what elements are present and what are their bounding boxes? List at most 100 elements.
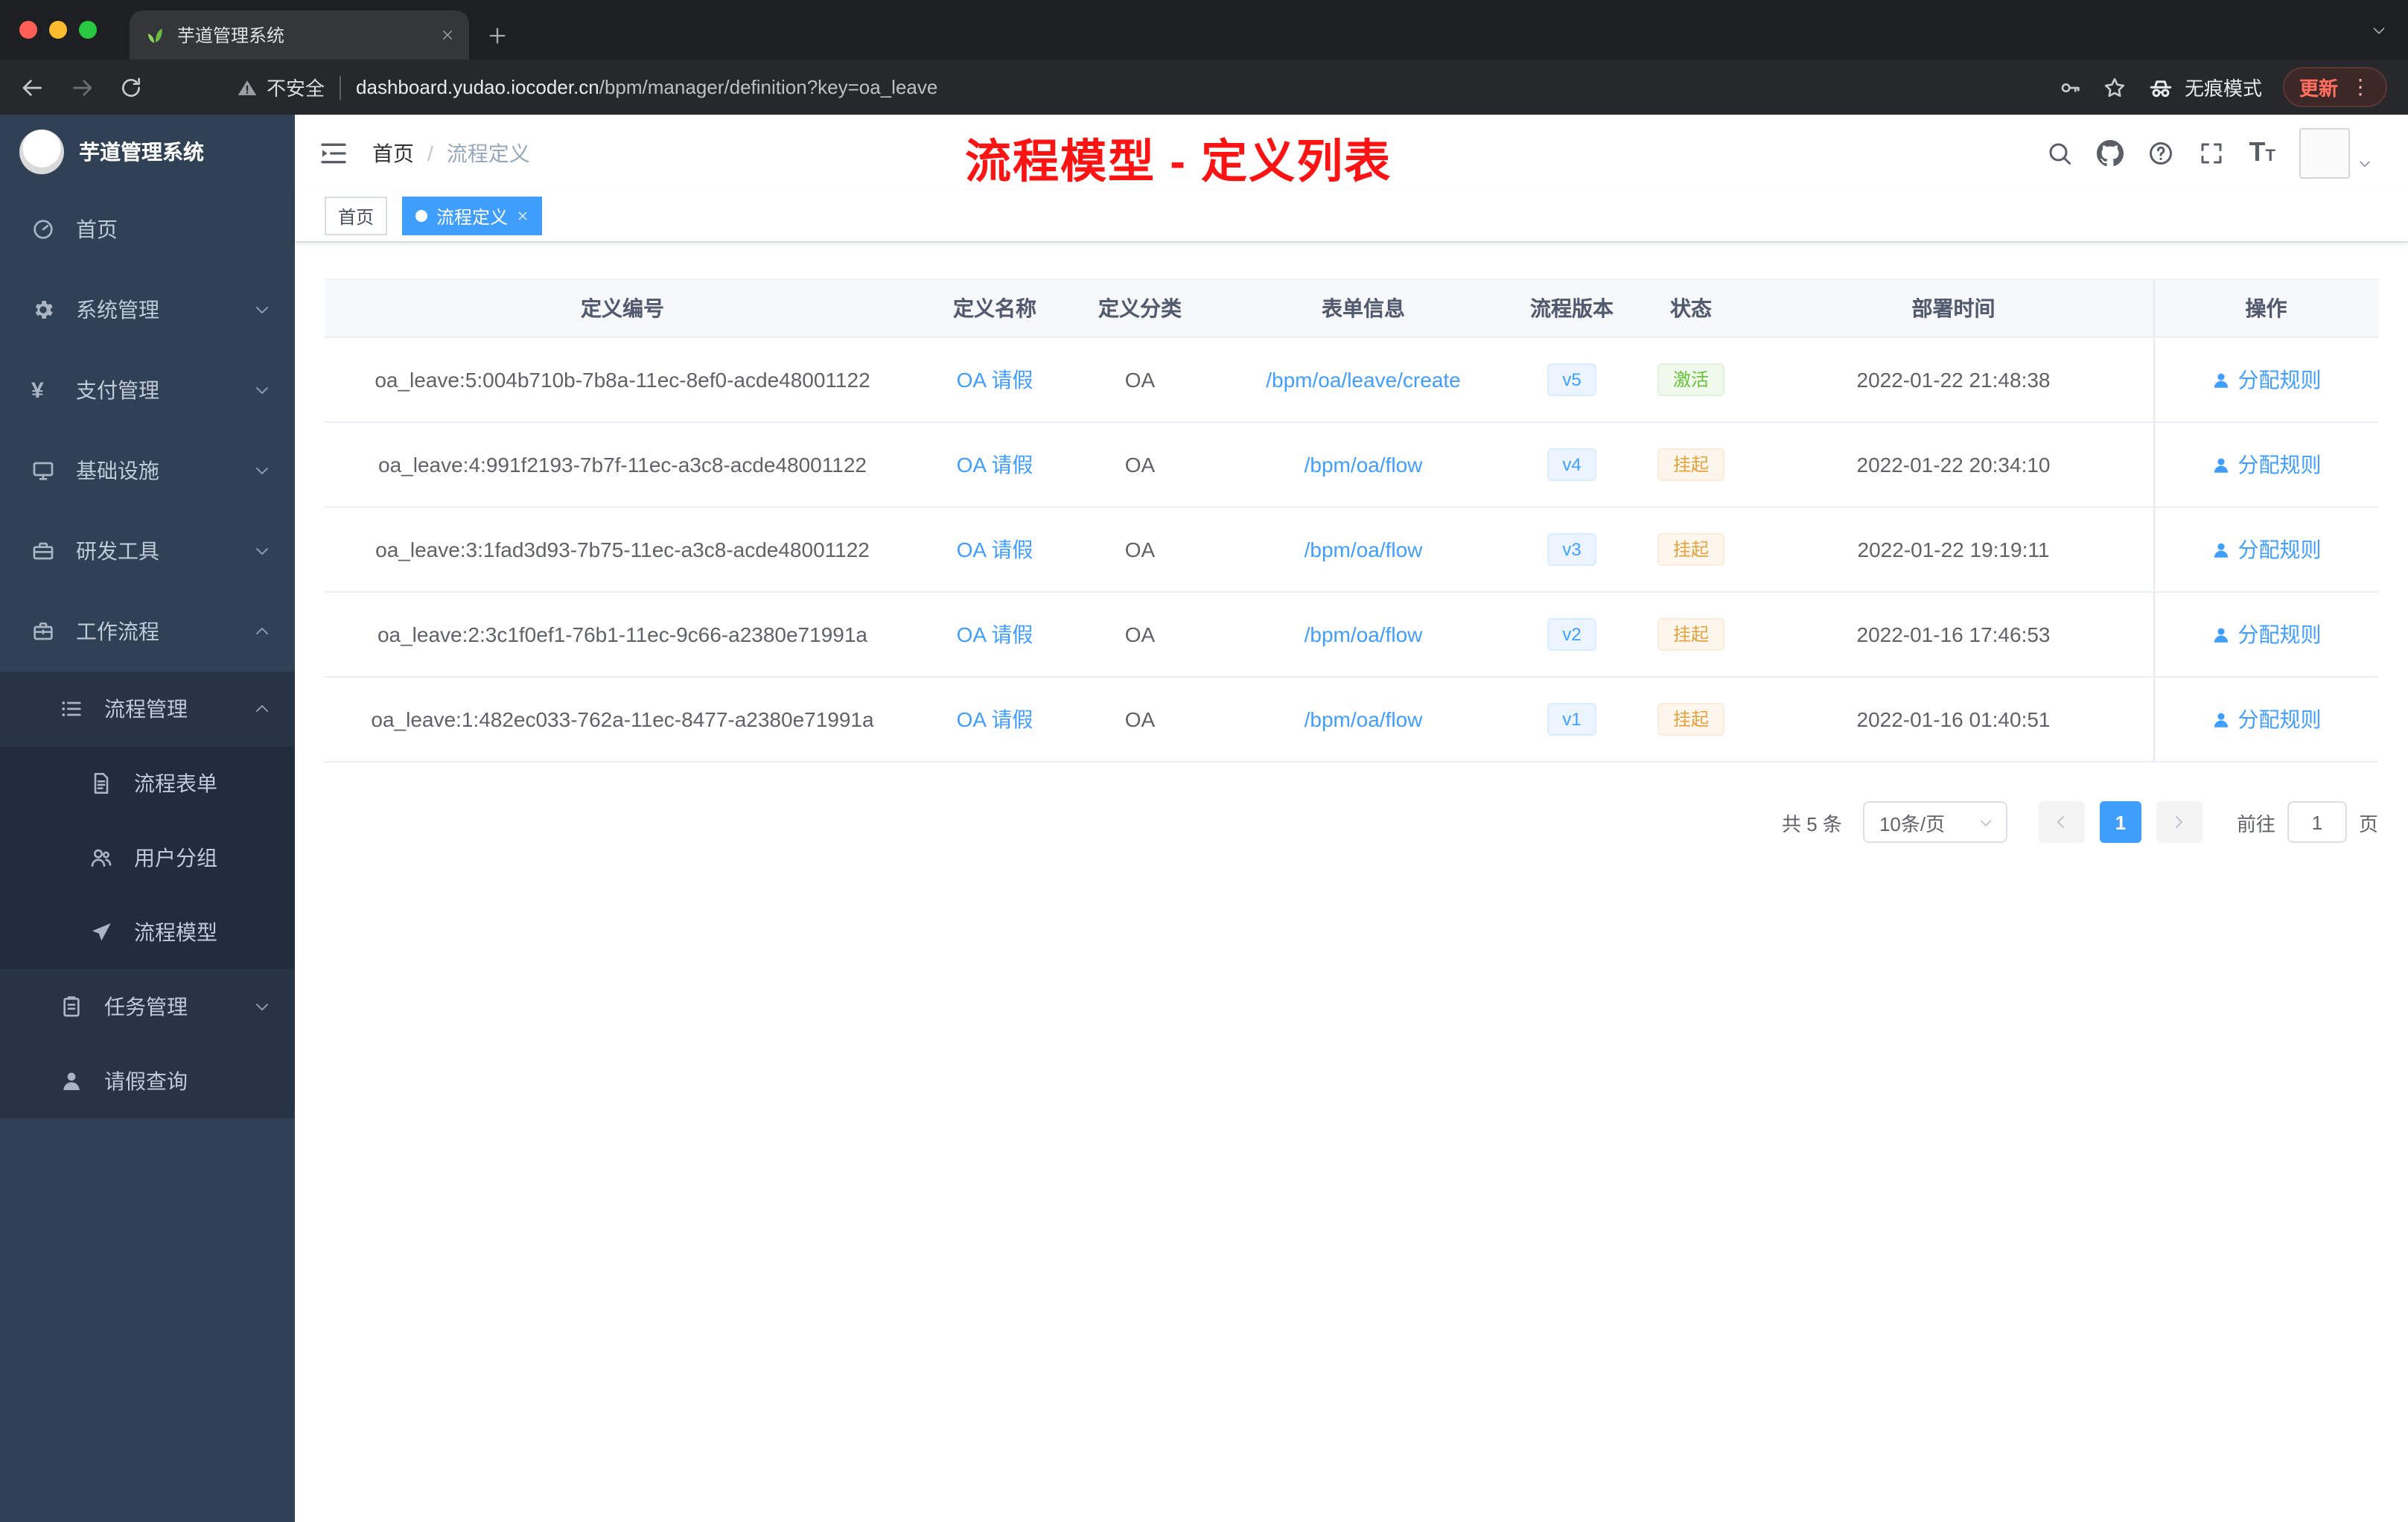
goto-page-input[interactable] (2287, 801, 2347, 843)
zoom-window-button[interactable] (79, 21, 97, 39)
tab-title: 芋道管理系统 (177, 25, 285, 46)
new-tab-button[interactable] (487, 25, 508, 46)
table-header-row: 定义编号 定义名称 定义分类 表单信息 流程版本 状态 部署时间 操作 (325, 278, 2378, 338)
content-area: 定义编号 定义名称 定义分类 表单信息 流程版本 状态 部署时间 操作 oa_l (295, 243, 2408, 1522)
total-count: 共 5 条 (1782, 812, 1842, 835)
definition-category: OA (1124, 453, 1156, 477)
screenshot-root: 芋道管理系统 不安全 dashboard.yudao.iocoder.cn/bp… (0, 0, 2408, 1522)
tag-close-icon[interactable] (517, 210, 529, 222)
breadcrumb-current: 流程定义 (446, 141, 530, 165)
monitor-icon (31, 459, 55, 483)
assign-rule-link[interactable]: 分配规则 (2211, 535, 2322, 564)
form-link[interactable]: /bpm/oa/flow (1305, 538, 1423, 561)
close-window-button[interactable] (19, 21, 37, 39)
chevron-down-icon (253, 542, 271, 560)
form-link[interactable]: /bpm/oa/leave/create (1266, 368, 1461, 392)
bookmark-star-icon[interactable] (2103, 75, 2127, 99)
assign-rule-link[interactable]: 分配规则 (2211, 620, 2322, 649)
menu-fold-icon[interactable] (295, 138, 372, 168)
person-icon (2214, 627, 2228, 642)
column-header: 定义名称 (920, 278, 1069, 338)
app-frame: 芋道管理系统 首页 系统管理 ¥ 支付管理 基础设施 研发工具 工作流程 流程管… (0, 115, 2408, 1522)
page-size-select[interactable]: 10条/页 (1862, 801, 2007, 843)
fullscreen-icon[interactable] (2199, 139, 2226, 166)
annotation-text: 流程模型 - 定义列表 (965, 136, 1392, 188)
browser-menu-icon[interactable]: ⋮ (2350, 74, 2371, 100)
user-avatar-menu[interactable] (2299, 127, 2372, 178)
sidebar-item-system-management[interactable]: 系统管理 (0, 270, 295, 350)
sidebar-item-payment[interactable]: ¥ 支付管理 (0, 350, 295, 430)
table-row: oa_leave:1:482ec033-762a-11ec-8477-a2380… (325, 677, 2378, 762)
key-icon[interactable] (2058, 75, 2082, 99)
person-icon (2214, 542, 2228, 557)
sidebar-item-home[interactable]: 首页 (0, 189, 295, 270)
assign-rule-link[interactable]: 分配规则 (2211, 450, 2322, 480)
version-tag: v5 (1547, 363, 1596, 396)
logo-title: 芋道管理系统 (79, 140, 204, 164)
question-icon[interactable] (2148, 139, 2175, 166)
definition-name-link[interactable]: OA 请假 (957, 453, 1033, 477)
minimize-window-button[interactable] (49, 21, 67, 39)
version-tag: v4 (1547, 448, 1596, 481)
url-domain: dashboard.yudao.iocoder.cn (356, 76, 599, 98)
chevron-down-icon (1980, 819, 1992, 826)
breadcrumb-home[interactable]: 首页 (372, 138, 414, 168)
assign-rule-link[interactable]: 分配规则 (2211, 704, 2322, 734)
tab-search-chevron-icon[interactable] (2371, 22, 2387, 39)
definition-name-link[interactable]: OA 请假 (957, 707, 1033, 731)
status-badge: 挂起 (1657, 533, 1724, 566)
sidebar-item-process-management[interactable]: 流程管理 (0, 672, 295, 746)
sidebar-item-leave-query[interactable]: 请假查询 (0, 1044, 295, 1118)
browser-tab[interactable]: 芋道管理系统 (130, 10, 469, 60)
definition-id: oa_leave:2:3c1f0ef1-76b1-11ec-9c66-a2380… (377, 623, 867, 646)
definition-id: oa_leave:1:482ec033-762a-11ec-8477-a2380… (371, 707, 874, 731)
security-indicator[interactable]: 不安全 (237, 73, 325, 101)
deploy-time: 2022-01-22 19:19:11 (1857, 538, 2050, 561)
url-path: /bpm/manager/definition?key=oa_leave (599, 76, 938, 98)
breadcrumb-separator: / (427, 141, 433, 165)
chevron-down-icon (253, 301, 271, 319)
version-tag: v2 (1547, 618, 1596, 651)
sidebar-logo[interactable]: 芋道管理系统 (0, 115, 295, 189)
sidebar-item-infrastructure[interactable]: 基础设施 (0, 430, 295, 511)
next-page-button[interactable] (2156, 801, 2202, 843)
definition-id: oa_leave:3:1fad3d93-7b75-11ec-a3c8-acde4… (375, 538, 870, 561)
column-header: 定义分类 (1069, 278, 1211, 338)
update-button[interactable]: 更新 ⋮ (2282, 67, 2387, 107)
page-number-button[interactable]: 1 (2099, 801, 2141, 843)
column-header: 表单信息 (1211, 278, 1516, 338)
prev-page-button[interactable] (2038, 801, 2085, 843)
sidebar-item-process-model[interactable]: 流程模型 (0, 895, 295, 969)
definition-name-link[interactable]: OA 请假 (957, 538, 1033, 561)
form-link[interactable]: /bpm/oa/flow (1305, 623, 1423, 646)
chevron-down-icon (253, 998, 271, 1016)
chevron-up-icon (253, 623, 271, 640)
tags-view: 首页 流程定义 (295, 191, 2408, 243)
definition-name-link[interactable]: OA 请假 (957, 368, 1033, 392)
tab-close-icon[interactable] (441, 28, 454, 42)
tag-home[interactable]: 首页 (325, 197, 388, 235)
address-bar[interactable]: dashboard.yudao.iocoder.cn/bpm/manager/d… (356, 76, 937, 98)
form-link[interactable]: /bpm/oa/flow (1305, 707, 1423, 731)
forward-button[interactable] (70, 75, 94, 99)
github-icon[interactable] (2097, 139, 2124, 166)
reload-button[interactable] (119, 75, 143, 99)
definition-category: OA (1124, 538, 1156, 561)
font-size-icon[interactable]: TT (2249, 139, 2275, 166)
sidebar-item-dev-tools[interactable]: 研发工具 (0, 511, 295, 591)
search-icon[interactable] (2047, 139, 2074, 166)
deploy-time: 2022-01-22 21:48:38 (1856, 368, 2051, 392)
definition-name-link[interactable]: OA 请假 (957, 623, 1033, 646)
definition-category: OA (1124, 707, 1156, 731)
sidebar-item-workflow[interactable]: 工作流程 (0, 591, 295, 672)
form-link[interactable]: /bpm/oa/flow (1305, 453, 1423, 477)
sidebar-item-task-management[interactable]: 任务管理 (0, 969, 295, 1044)
version-tag: v1 (1547, 703, 1596, 736)
status-badge: 挂起 (1657, 703, 1724, 736)
assign-rule-link[interactable]: 分配规则 (2211, 365, 2322, 395)
sidebar-item-user-group[interactable]: 用户分组 (0, 821, 295, 895)
back-button[interactable] (21, 75, 45, 99)
tag-process-definition[interactable]: 流程定义 (402, 197, 543, 235)
incognito-badge: 无痕模式 (2147, 73, 2262, 101)
sidebar-item-process-form[interactable]: 流程表单 (0, 746, 295, 821)
